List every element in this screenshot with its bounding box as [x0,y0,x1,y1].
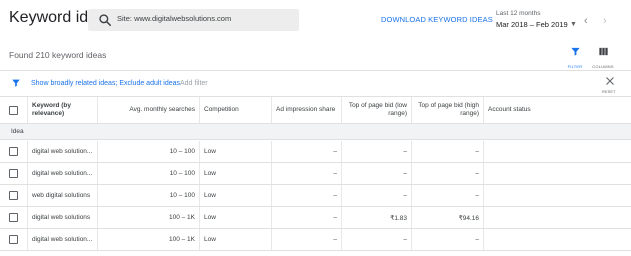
header-checkbox-cell [0,97,27,123]
searches-cell: 10 – 100 [97,141,199,162]
bid-high-cell: – [411,229,483,250]
table-header-row: Keyword (by relevance) Avg. monthly sear… [0,96,631,124]
column-header-searches[interactable]: Avg. monthly searches [97,97,199,123]
row-checkbox[interactable] [9,235,18,244]
competition-cell: Low [199,229,271,250]
bid-low-cell: – [341,141,411,162]
filter-icon [570,47,580,56]
impression-share-cell: – [271,185,341,206]
row-checkbox[interactable] [9,169,18,178]
account-status-cell [483,207,631,228]
bid-low-cell: – [341,229,411,250]
competition-cell: Low [199,141,271,162]
bid-low-cell: – [341,185,411,206]
bid-low-cell: ₹1.83 [341,207,411,228]
impression-share-cell: – [271,229,341,250]
account-status-cell [483,163,631,184]
account-status-cell [483,185,631,206]
divider [0,70,631,71]
bid-low-cell: – [341,163,411,184]
reset-label: RESET [602,90,616,94]
row-checkbox-cell [0,229,27,250]
keyword-cell: digital web solution... [27,163,97,184]
select-all-checkbox[interactable] [9,105,18,115]
column-header-competition[interactable]: Competition [199,97,271,123]
download-keyword-ideas-button[interactable]: DOWNLOAD KEYWORD IDEAS [381,15,493,24]
impression-share-cell: – [271,141,341,162]
header: Keyword ideas Site: www.digitalwebsoluti… [0,0,631,38]
close-icon[interactable] [604,75,616,87]
add-filter-button[interactable]: Add filter [180,80,208,87]
column-header-keyword[interactable]: Keyword (by relevance) [27,97,97,123]
searches-cell: 10 – 100 [97,185,199,206]
columns-label: COLUMNS [592,64,614,69]
search-icon [99,14,112,27]
column-header-bid-high[interactable]: Top of page bid (high range) [411,97,483,123]
searches-cell: 100 – 1K [97,207,199,228]
competition-cell: Low [199,163,271,184]
impression-share-cell: – [271,207,341,228]
chevron-left-icon[interactable]: ‹ [584,15,588,27]
row-checkbox-cell [0,141,27,162]
caret-down-icon[interactable]: ▼ [570,21,577,28]
keyword-cell: web digital solutions [27,185,97,206]
bid-high-cell: ₹94.16 [411,207,483,228]
bid-high-cell: – [411,163,483,184]
group-row: Idea [0,124,631,140]
columns-icon [598,47,608,56]
columns-button[interactable]: COLUMNS [588,44,618,69]
row-checkbox-cell [0,207,27,228]
row-checkbox-cell [0,163,27,184]
table-row[interactable]: digital web solutions 100 – 1K Low – ₹1.83 ₹9… [0,207,631,229]
account-status-cell [483,229,631,250]
column-header-impression-share[interactable]: Ad impression share [271,97,341,123]
table-row[interactable]: web digital solutions 10 – 100 Low – – – [0,185,631,207]
row-checkbox[interactable] [9,213,18,222]
date-range-select[interactable]: Mar 2018 – Feb 2019 [496,20,568,29]
active-filters-link[interactable]: Show broadly related ideas; Exclude adul… [31,80,180,87]
row-checkbox-cell [0,185,27,206]
impression-share-cell: – [271,163,341,184]
account-status-cell [483,141,631,162]
table-row[interactable]: digital web solution... 100 – 1K Low – – – [0,229,631,251]
keyword-cell: digital web solution... [27,141,97,162]
searches-cell: 100 – 1K [97,229,199,250]
table-row[interactable]: digital web solution... 10 – 100 Low – – – [0,163,631,185]
chevron-right-icon[interactable]: › [603,15,607,27]
bid-high-cell: – [411,141,483,162]
competition-cell: Low [199,207,271,228]
filter-button[interactable]: FILTER [560,44,590,69]
row-checkbox[interactable] [9,191,18,200]
keyword-cell: digital web solutions [27,207,97,228]
bid-high-cell: – [411,185,483,206]
date-range-label: Last 12 months [496,10,541,17]
search-input[interactable]: Site: www.digitalwebsolutions.com [88,9,299,31]
results-count: Found 210 keyword ideas [9,50,107,60]
row-checkbox[interactable] [9,147,18,156]
filter-icon [12,79,20,87]
search-query: Site: www.digitalwebsolutions.com [117,14,232,23]
group-label: Idea [11,128,24,135]
keyword-cell: digital web solution... [27,229,97,250]
table-row[interactable]: digital web solution... 10 – 100 Low – – – [0,141,631,163]
competition-cell: Low [199,185,271,206]
column-header-bid-low[interactable]: Top of page bid (low range) [341,97,411,123]
filter-label: FILTER [567,64,583,69]
column-header-account-status[interactable]: Account status [483,97,631,123]
searches-cell: 10 – 100 [97,163,199,184]
